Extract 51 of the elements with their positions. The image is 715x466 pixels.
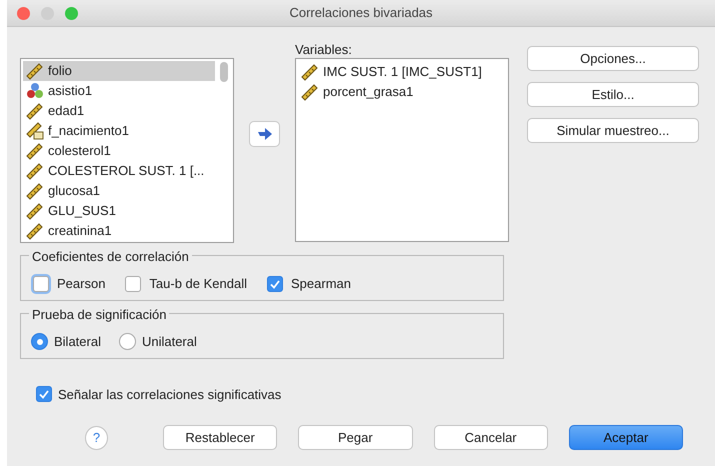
- check-icon: [39, 390, 49, 399]
- ruler-calendar-icon: [26, 122, 44, 140]
- list-item[interactable]: creatinina1: [23, 221, 233, 241]
- radio-label: Bilateral: [54, 333, 101, 351]
- help-button[interactable]: ?: [85, 426, 108, 450]
- list-item[interactable]: COLESTEROL SUST. 1 [...: [23, 161, 233, 181]
- checkbox-label: Señalar las correlaciones significativas: [58, 386, 282, 404]
- dialog-button[interactable]: Aceptar: [568, 425, 684, 450]
- arrow-icon: [256, 128, 272, 140]
- radio-button[interactable]: [31, 333, 48, 350]
- ruler-icon: [26, 102, 44, 120]
- scrollbar-thumb[interactable]: [220, 62, 228, 82]
- list-item[interactable]: IMC SUST. 1 [IMC_SUST1]: [298, 62, 508, 82]
- window-title: Correlaciones bivariadas: [289, 4, 433, 22]
- dialog-button[interactable]: Pegar: [298, 425, 412, 450]
- list-item[interactable]: folio: [23, 61, 215, 81]
- checkbox-label: Tau-b de Kendall: [149, 275, 247, 294]
- list-item[interactable]: GLU_SUS1: [23, 201, 233, 221]
- dialog-button[interactable]: Restablecer: [162, 425, 278, 450]
- ruler-icon: [26, 222, 44, 240]
- variables-label: Variables:: [295, 41, 353, 58]
- list-item[interactable]: colesterol1: [23, 141, 233, 161]
- radio-button[interactable]: [118, 333, 136, 350]
- ruler-icon: [26, 62, 44, 80]
- three-balls-icon: [26, 82, 44, 100]
- check-icon: [270, 280, 280, 288]
- list-item[interactable]: porcent_grasa1: [298, 82, 508, 102]
- ruler-icon: [301, 83, 319, 101]
- list-item[interactable]: asistio1: [23, 81, 233, 101]
- close-button[interactable]: [17, 7, 30, 20]
- minimize-button[interactable]: [41, 7, 54, 20]
- list-item[interactable]: glucosa1: [23, 181, 233, 201]
- ruler-icon: [26, 182, 44, 200]
- move-right-button[interactable]: [249, 121, 280, 147]
- dialog-button[interactable]: Cancelar: [434, 425, 548, 450]
- checkbox-label: Pearson: [57, 275, 106, 294]
- checkbox[interactable]: [36, 386, 52, 402]
- checkbox[interactable]: [125, 276, 142, 292]
- ruler-icon: [301, 63, 319, 81]
- ruler-icon: [26, 202, 44, 220]
- ruler-icon: [26, 162, 44, 180]
- checkbox-label: Spearman: [291, 275, 351, 294]
- dialog-button[interactable]: Simular muestreo...: [527, 118, 699, 143]
- list-item[interactable]: f_nacimiento1: [23, 121, 233, 141]
- checkbox[interactable]: [267, 276, 283, 292]
- dialog-button[interactable]: Opciones...: [527, 46, 699, 71]
- list-item[interactable]: edad1: [23, 101, 233, 121]
- zoom-button[interactable]: [65, 7, 78, 20]
- dialog-button[interactable]: Estilo...: [527, 82, 699, 107]
- radio-label: Unilateral: [142, 333, 197, 351]
- ruler-icon: [26, 142, 44, 160]
